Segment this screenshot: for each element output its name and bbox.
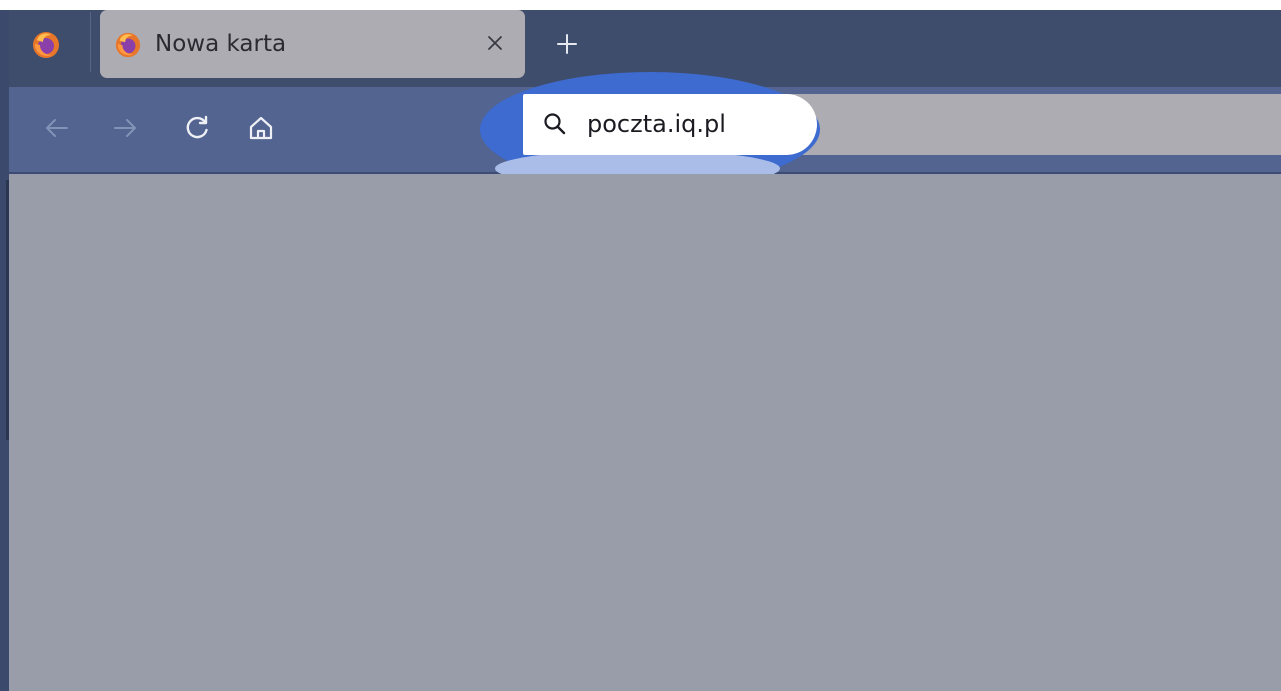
home-button[interactable] <box>244 111 278 145</box>
reload-icon <box>186 115 208 139</box>
close-tab-button[interactable] <box>482 30 508 56</box>
close-icon <box>488 36 502 50</box>
new-tab-button[interactable] <box>553 30 581 58</box>
firefox-icon <box>33 32 59 58</box>
forward-button[interactable] <box>108 111 142 145</box>
tab-new-tab[interactable]: Nowa karta <box>100 10 525 78</box>
home-icon <box>249 116 273 140</box>
reload-button[interactable] <box>180 111 214 145</box>
window-left-edge <box>0 10 9 691</box>
page-content <box>9 174 1281 691</box>
arrow-right-icon <box>114 119 136 137</box>
back-button[interactable] <box>40 111 74 145</box>
url-input[interactable]: poczta.iq.pl <box>523 94 817 155</box>
firefox-icon <box>115 32 141 58</box>
search-icon <box>544 113 566 135</box>
tab-title: Nowa karta <box>155 31 287 57</box>
browser-window: Nowa karta poczta.iq.pl <box>0 0 1281 691</box>
firefox-menu-button[interactable] <box>20 22 72 68</box>
tab-separator <box>90 12 91 72</box>
url-text: poczta.iq.pl <box>587 110 726 138</box>
plus-icon <box>557 34 577 54</box>
arrow-left-icon <box>46 119 68 137</box>
